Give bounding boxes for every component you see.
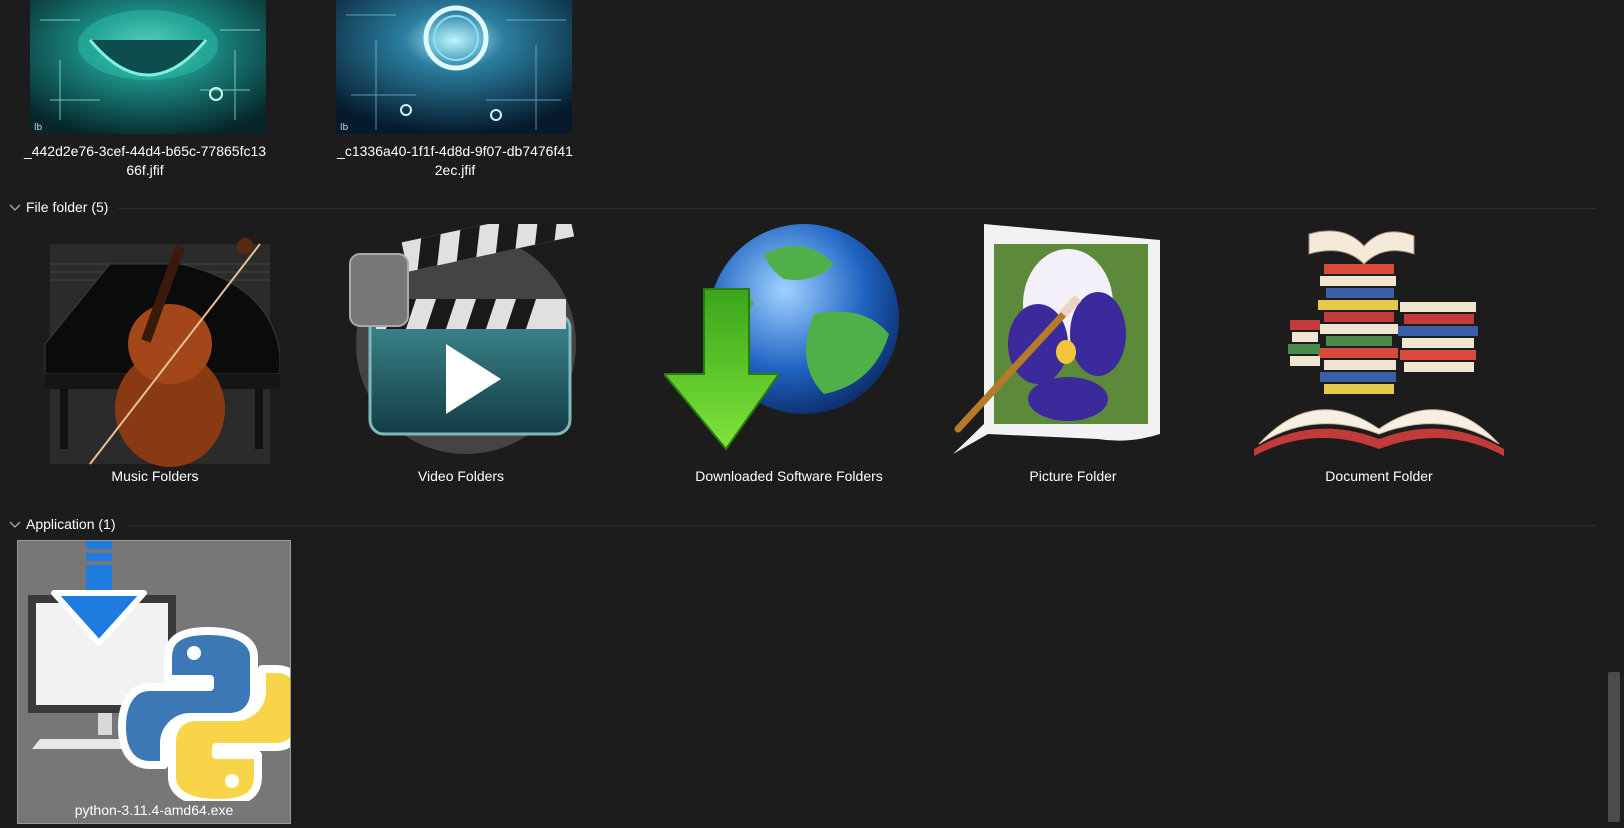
image-name-line2: 66f.jfif <box>126 162 164 178</box>
image-name-line2: 2ec.jfif <box>434 162 476 178</box>
book-stack-icon <box>1254 230 1504 456</box>
python-installer-icon <box>28 541 290 801</box>
file-view-pane: lb _442d2e76-3cef-44d4-b65c-77865fc13 66… <box>0 0 1604 828</box>
image-item[interactable]: lb _c1336a40-1f1f-4d8d-9f07-db7476f41 2e… <box>326 0 584 182</box>
image-thumbnail: lb <box>30 0 266 134</box>
folder-name: Music Folders <box>111 468 199 484</box>
group-divider <box>118 208 1596 209</box>
music-instruments-icon <box>44 238 280 467</box>
image-item[interactable]: lb _442d2e76-3cef-44d4-b65c-77865fc13 66… <box>20 0 270 182</box>
group-header-application[interactable]: Application (1) <box>8 514 116 534</box>
globe-download-icon <box>664 224 899 451</box>
group-title: Application (1) <box>26 516 116 532</box>
clapperboard-icon <box>349 224 576 454</box>
group-title: File folder (5) <box>26 199 109 215</box>
application-item[interactable]: python-3.11.4-amd64.exe <box>17 540 291 824</box>
group-divider <box>130 525 1596 526</box>
folder-item-video[interactable]: Video Folders <box>336 224 586 504</box>
image-thumbnail: lb <box>336 0 572 134</box>
chevron-down-icon <box>9 204 21 211</box>
scrollbar-thumb[interactable] <box>1608 672 1620 822</box>
svg-text:lb: lb <box>340 123 349 133</box>
svg-text:lb: lb <box>34 123 43 133</box>
chevron-down-icon <box>9 521 21 528</box>
image-name-line1: _442d2e76-3cef-44d4-b65c-77865fc13 <box>23 143 267 159</box>
folder-name: Video Folders <box>417 468 505 484</box>
picture-frame-icon <box>953 224 1160 454</box>
folder-name: Picture Folder <box>1029 468 1117 484</box>
folder-item-picture[interactable]: Picture Folder <box>948 224 1198 504</box>
application-name: python-3.11.4-amd64.exe <box>74 802 234 818</box>
folder-item-music[interactable]: Music Folders <box>30 224 280 504</box>
folder-name: Downloaded Software Folders <box>695 468 883 484</box>
image-name-line1: _c1336a40-1f1f-4d8d-9f07-db7476f41 <box>337 143 573 159</box>
folder-item-document[interactable]: Document Folder <box>1254 224 1504 504</box>
folder-name: Document Folder <box>1325 468 1433 484</box>
group-header-file-folder[interactable]: File folder (5) <box>8 197 108 217</box>
folder-item-downloaded-software[interactable]: Downloaded Software Folders <box>642 224 936 504</box>
vertical-scrollbar[interactable] <box>1604 0 1624 828</box>
